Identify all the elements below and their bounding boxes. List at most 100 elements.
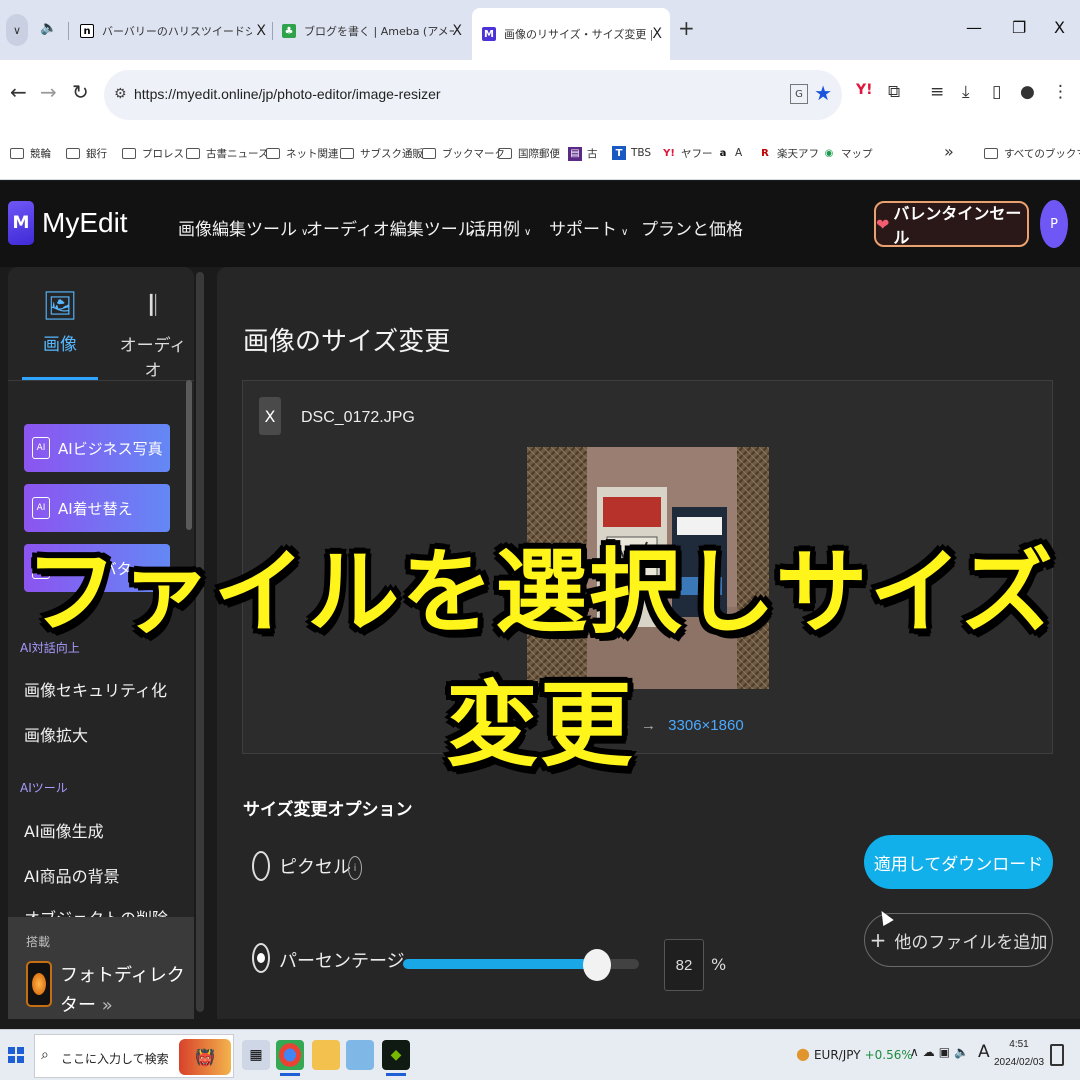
tab-close-icon[interactable]: X (256, 23, 266, 39)
bookmark-folder[interactable]: プロレス (122, 146, 184, 161)
chrome-taskbar-icon[interactable] (276, 1040, 304, 1076)
add-file-button[interactable]: + 他のファイルを追加 (864, 913, 1053, 967)
bookmark-link[interactable]: ▤ 古 (568, 146, 598, 161)
bookmark-link[interactable]: aA (716, 146, 743, 160)
close-window-button[interactable]: X (1054, 18, 1065, 37)
speaker-icon[interactable]: 🔈 (40, 20, 57, 36)
fx-widget[interactable]: ● EUR/JPY +0.56% (796, 1044, 913, 1063)
tab-search-button[interactable]: ∨ (6, 14, 28, 46)
site-logo-text[interactable]: MyEdit (42, 207, 128, 239)
powered-by-panel[interactable]: 搭載 フォトディレクター » (8, 917, 194, 1019)
browser-toolbar: ← → ↻ ⚙ https://myedit.online/jp/photo-e… (0, 60, 1080, 132)
slider-fill (403, 959, 597, 969)
folder-icon (422, 148, 436, 159)
nvidia-app-icon[interactable]: ◆ (382, 1040, 410, 1076)
info-icon[interactable]: i (348, 856, 362, 880)
notification-icon[interactable] (1050, 1044, 1064, 1066)
url-text[interactable]: https://myedit.online/jp/photo-editor/im… (134, 86, 441, 102)
system-tray-icons[interactable]: ∧☁▣🔈 (910, 1045, 973, 1059)
plus-icon: + (869, 928, 887, 952)
maps-pin-icon: ◉ (824, 148, 834, 159)
chevron-down-icon: ∨ (524, 227, 532, 238)
new-tab-button[interactable]: + (678, 16, 695, 40)
taskbar-clock[interactable]: 4:51 2024/02/03 (994, 1036, 1044, 1072)
all-bookmarks-folder[interactable]: すべてのブックマーク (984, 146, 1080, 161)
chevron-down-icon: ∨ (621, 227, 629, 238)
apply-download-button[interactable]: 適用してダウンロード (864, 835, 1053, 889)
folder-icon (122, 148, 136, 159)
taskview-icon[interactable]: ▦ (242, 1040, 270, 1070)
minimize-button[interactable]: — (966, 18, 982, 37)
bookmark-folder[interactable]: 古書ニュース (186, 146, 268, 161)
sidebar-tab-image[interactable]: 🖼 画像 (22, 289, 98, 355)
sidebar-item-ai-image-gen[interactable]: AI画像生成 (24, 818, 104, 842)
slider-handle[interactable] (582, 949, 611, 981)
bookmark-star-icon[interactable]: ★ (814, 81, 832, 105)
percentage-option-label[interactable]: パーセンテージ (279, 947, 405, 973)
percentage-input[interactable]: 82 (664, 939, 704, 991)
address-bar[interactable]: ⚙ https://myedit.online/jp/photo-editor/… (104, 70, 842, 120)
tab-close-icon[interactable]: X (652, 26, 662, 42)
myedit-logo-icon[interactable]: M (8, 201, 34, 245)
bookmark-folder[interactable]: 競輪 (10, 146, 51, 161)
powered-by-label: 搭載 (26, 935, 51, 949)
download-icon[interactable]: ⤓ (962, 82, 970, 102)
folder-icon (984, 148, 998, 159)
bookmarks-overflow-button[interactable]: » (944, 142, 954, 161)
feature-ai-business-photo[interactable]: AI AIビジネス写真 (24, 424, 170, 472)
bookmark-link[interactable]: ◉ マップ (822, 146, 873, 161)
tab-myedit[interactable]: M 画像のリサイズ・サイズ変更 | 無料オンライン X (472, 8, 670, 60)
bookmark-link[interactable]: T TBS (612, 146, 651, 160)
restore-button[interactable]: ❐ (1012, 18, 1026, 37)
ameba-favicon-icon: ♣ (282, 24, 296, 38)
reload-icon[interactable]: ↻ (72, 80, 89, 104)
folder-icon (498, 148, 512, 159)
close-file-button[interactable]: X (259, 397, 281, 435)
nav-use-cases[interactable]: 活用例 ∨ (469, 215, 531, 240)
file-explorer-icon[interactable] (312, 1040, 340, 1070)
tab-ameba[interactable]: ♣ ブログを書く | Ameba (アメーバ) X (282, 14, 462, 48)
site-info-icon[interactable]: ⚙ (114, 86, 127, 102)
bookmarks-bar: 競輪 銀行 プロレス 古書ニュース ネット関連 サブスク通販 ブックマーク 国際… (0, 132, 1080, 180)
file-name: DSC_0172.JPG (301, 409, 415, 426)
back-arrow-icon[interactable]: ← (10, 80, 27, 104)
sidebar-item-ai-product-bg[interactable]: AI商品の背景 (24, 863, 120, 887)
ime-indicator[interactable]: A (978, 1042, 990, 1062)
pixel-radio[interactable] (252, 851, 270, 881)
nav-support[interactable]: サポート ∨ (549, 215, 628, 240)
profile-avatar-icon[interactable]: ● (1020, 82, 1035, 102)
bookmark-folder[interactable]: 国際郵便 (498, 146, 560, 161)
tab-title: ブログを書く | Ameba (アメーバ) (304, 25, 454, 38)
reading-list-icon[interactable]: ≡ (930, 82, 944, 102)
nav-pricing[interactable]: プランと価格 (641, 215, 743, 240)
bookmark-folder[interactable]: 銀行 (66, 146, 107, 161)
bookmark-link[interactable]: R 楽天アフ (758, 146, 819, 161)
valentine-sale-button[interactable]: ❤ バレンタインセール (874, 201, 1029, 247)
nav-audio-tools[interactable]: オーディオ編集ツール ∨ (306, 215, 486, 240)
taskbar-search[interactable]: ⌕ ここに入力して検索 👹 (34, 1034, 234, 1078)
bookmark-folder[interactable]: サブスク通販 (340, 146, 423, 161)
translate-icon[interactable]: G (790, 84, 808, 104)
folder-icon (66, 148, 80, 159)
bookmark-folder[interactable]: ネット関連 (266, 146, 339, 161)
side-panel-icon[interactable]: ▯ (992, 82, 1001, 102)
pixel-option-label[interactable]: ピクセル (279, 853, 351, 879)
ai-sparkle-icon: AI (32, 437, 50, 459)
windows-start-icon[interactable] (8, 1047, 24, 1063)
sidebar-tab-audio[interactable]: 𝄃 オーディオ (112, 289, 194, 381)
notes-app-icon[interactable] (346, 1040, 374, 1070)
note-favicon-icon: n (80, 24, 94, 38)
menu-kebab-icon[interactable]: ⋮ (1052, 82, 1069, 102)
extensions-puzzle-icon[interactable]: ⧉ (888, 82, 900, 102)
tab-note[interactable]: n バーバリーのハリスツイードジャケットをレスキュ X (80, 14, 266, 48)
tab-close-icon[interactable]: X (452, 23, 462, 39)
forward-arrow-icon[interactable]: → (40, 80, 57, 104)
user-avatar[interactable]: P (1040, 200, 1068, 248)
bookmark-folder[interactable]: ブックマーク (422, 146, 505, 161)
nav-image-tools[interactable]: 画像編集ツール ∨ (178, 215, 308, 240)
percentage-radio[interactable] (252, 943, 270, 973)
photodirector-link[interactable]: フォトディレクター » (60, 961, 190, 1019)
bookmark-link[interactable]: Y! ヤフー (662, 146, 712, 161)
yahoo-extension-icon[interactable]: Y! (856, 82, 873, 98)
sidebar-scrollbar-thumb[interactable] (186, 380, 192, 530)
